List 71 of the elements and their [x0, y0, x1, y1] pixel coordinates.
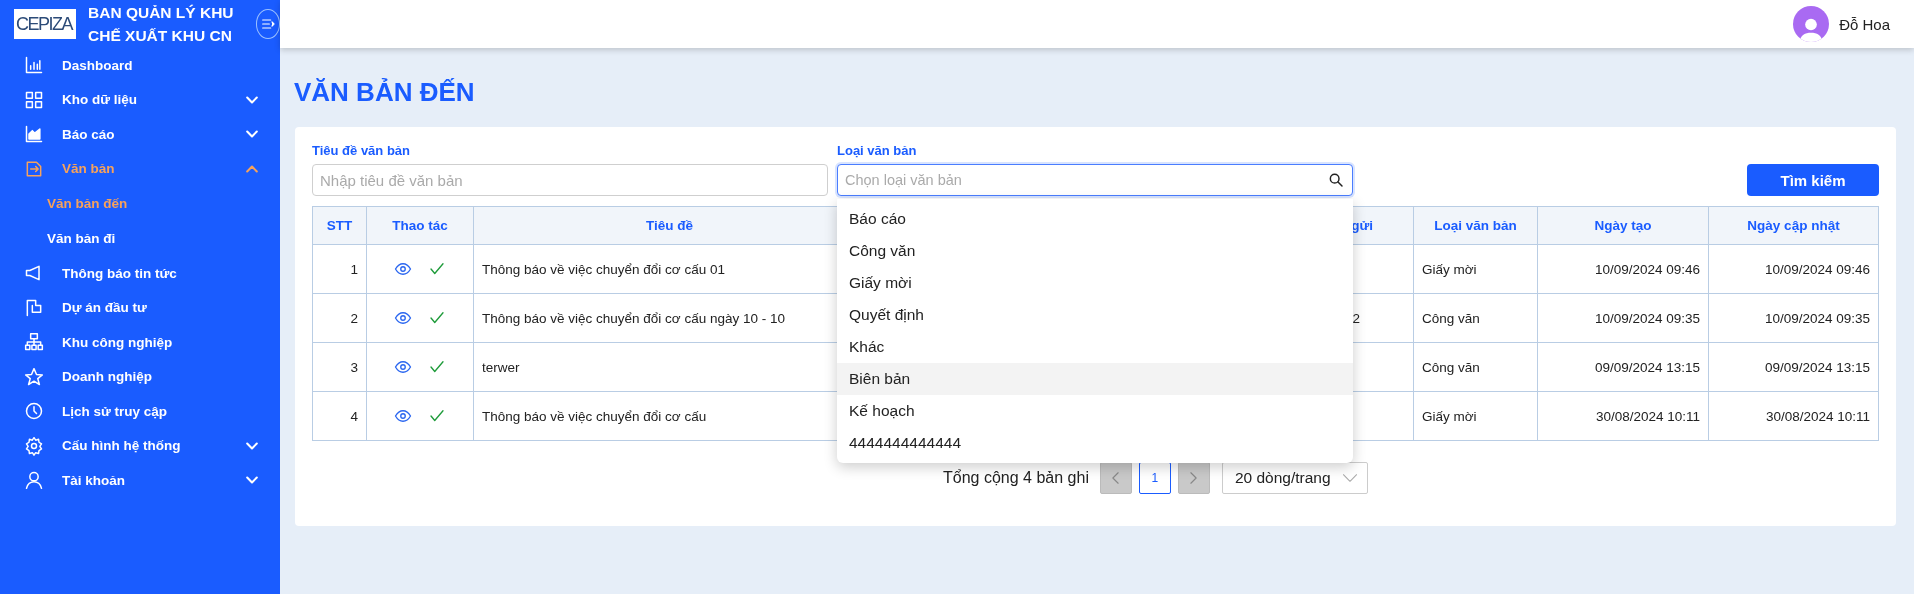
eye-icon[interactable]: [394, 309, 412, 327]
dropdown-option[interactable]: Quyết định: [837, 299, 1353, 331]
logo: CEPIZA: [14, 9, 76, 39]
app-title: BAN QUẢN LÝ KHU CHẾ XUẤT KHU CN: [88, 3, 234, 46]
field-label: Tiêu đề văn bản: [312, 144, 411, 158]
sidebar-item[interactable]: Dashboard: [0, 48, 280, 83]
sidebar-item[interactable]: Kho dữ liệu: [0, 82, 280, 117]
search-button[interactable]: Tìm kiếm: [1747, 164, 1879, 196]
page-size-select[interactable]: 20 dòng/trang: [1221, 462, 1368, 494]
grid-icon: [24, 89, 44, 110]
search-icon: [1328, 172, 1344, 188]
user-name[interactable]: Đỗ Hoa: [1839, 15, 1890, 33]
column-header: Ngày tạo: [1537, 206, 1709, 245]
table-cell: 10/09/2024 09:46: [1708, 244, 1879, 294]
table-cell: 30/08/2024 10:11: [1708, 391, 1879, 441]
menu-toggle-button[interactable]: [255, 9, 280, 39]
column-header: Thao tác: [366, 206, 474, 245]
dropdown-option[interactable]: Khác: [837, 331, 1353, 363]
sidebar-item[interactable]: Lịch sử truy cập: [0, 394, 280, 429]
record-count: Tổng cộng 4 bản ghi: [943, 469, 1089, 487]
table-cell: Công văn: [1413, 342, 1538, 392]
gear-icon: [24, 435, 44, 456]
bar-chart-icon: [24, 55, 44, 76]
dropdown-option[interactable]: Giấy mời: [837, 267, 1353, 299]
table-cell: 2: [1352, 310, 1360, 326]
table-cell: 30/08/2024 10:11: [1537, 391, 1709, 441]
column-header: Loại văn bản: [1413, 206, 1538, 245]
chevron-left-icon: [1112, 472, 1120, 484]
title-input-field[interactable]: Nhập tiêu đề văn bản: [312, 164, 828, 196]
table-cell: 10/09/2024 09:35: [1708, 293, 1879, 343]
dropdown-option[interactable]: Kế hoạch: [837, 395, 1353, 427]
table-cell: 10/09/2024 09:46: [1537, 244, 1709, 294]
flag-icon: [24, 297, 44, 318]
table-cell: 3: [312, 342, 367, 392]
table-cell: Giấy mời: [1413, 244, 1538, 294]
avatar[interactable]: [1793, 6, 1830, 42]
chevron-right-icon: [1190, 472, 1198, 484]
table-cell: 10/09/2024 09:35: [1537, 293, 1709, 343]
sidebar-item[interactable]: Báo cáo: [0, 117, 280, 152]
table-cell: 4: [312, 391, 367, 441]
sitemap-icon: [24, 332, 44, 353]
sidebar-item[interactable]: Cấu hình hệ thống: [0, 428, 280, 463]
page-button[interactable]: 1: [1138, 462, 1171, 494]
eye-icon[interactable]: [394, 260, 412, 278]
table-cell: Giấy mời: [1413, 391, 1538, 441]
table-cell: 2: [312, 293, 367, 343]
area-chart-icon: [24, 124, 44, 145]
field-label: Loại văn bản: [837, 144, 918, 158]
column-header: Ngày cập nhật: [1708, 206, 1879, 245]
sidebar-item[interactable]: Thông báo tin tức: [0, 256, 280, 291]
table-cell: 1: [312, 244, 367, 294]
sidebar-item[interactable]: Doanh nghiệp: [0, 359, 280, 394]
type-select-field[interactable]: Chọn loại văn bản: [837, 164, 1353, 196]
dropdown-option[interactable]: 4444444444444: [837, 427, 1353, 459]
column-header: STT: [312, 206, 367, 245]
dropdown-option[interactable]: Biên bản: [837, 363, 1353, 395]
star-icon: [24, 366, 44, 387]
eye-icon[interactable]: [394, 407, 412, 425]
sidebar-item[interactable]: Khu công nghiệp: [0, 325, 280, 360]
table-cell: Công văn: [1413, 293, 1538, 343]
sidebar-item[interactable]: Dự án đầu tư: [0, 290, 280, 325]
table-cell: 09/09/2024 13:15: [1708, 342, 1879, 392]
sidebar-item[interactable]: Tài khoản: [0, 463, 280, 498]
clock-icon: [24, 401, 44, 422]
user-icon: [24, 470, 44, 491]
menu-icon: [259, 16, 276, 32]
page-title: VĂN BẢN ĐẾN: [293, 76, 476, 109]
chevron-down-icon: [1342, 474, 1357, 482]
eye-icon[interactable]: [394, 358, 412, 376]
sidebar-subitem[interactable]: Văn bản đi: [0, 221, 280, 256]
table-cell: 09/09/2024 13:15: [1537, 342, 1709, 392]
